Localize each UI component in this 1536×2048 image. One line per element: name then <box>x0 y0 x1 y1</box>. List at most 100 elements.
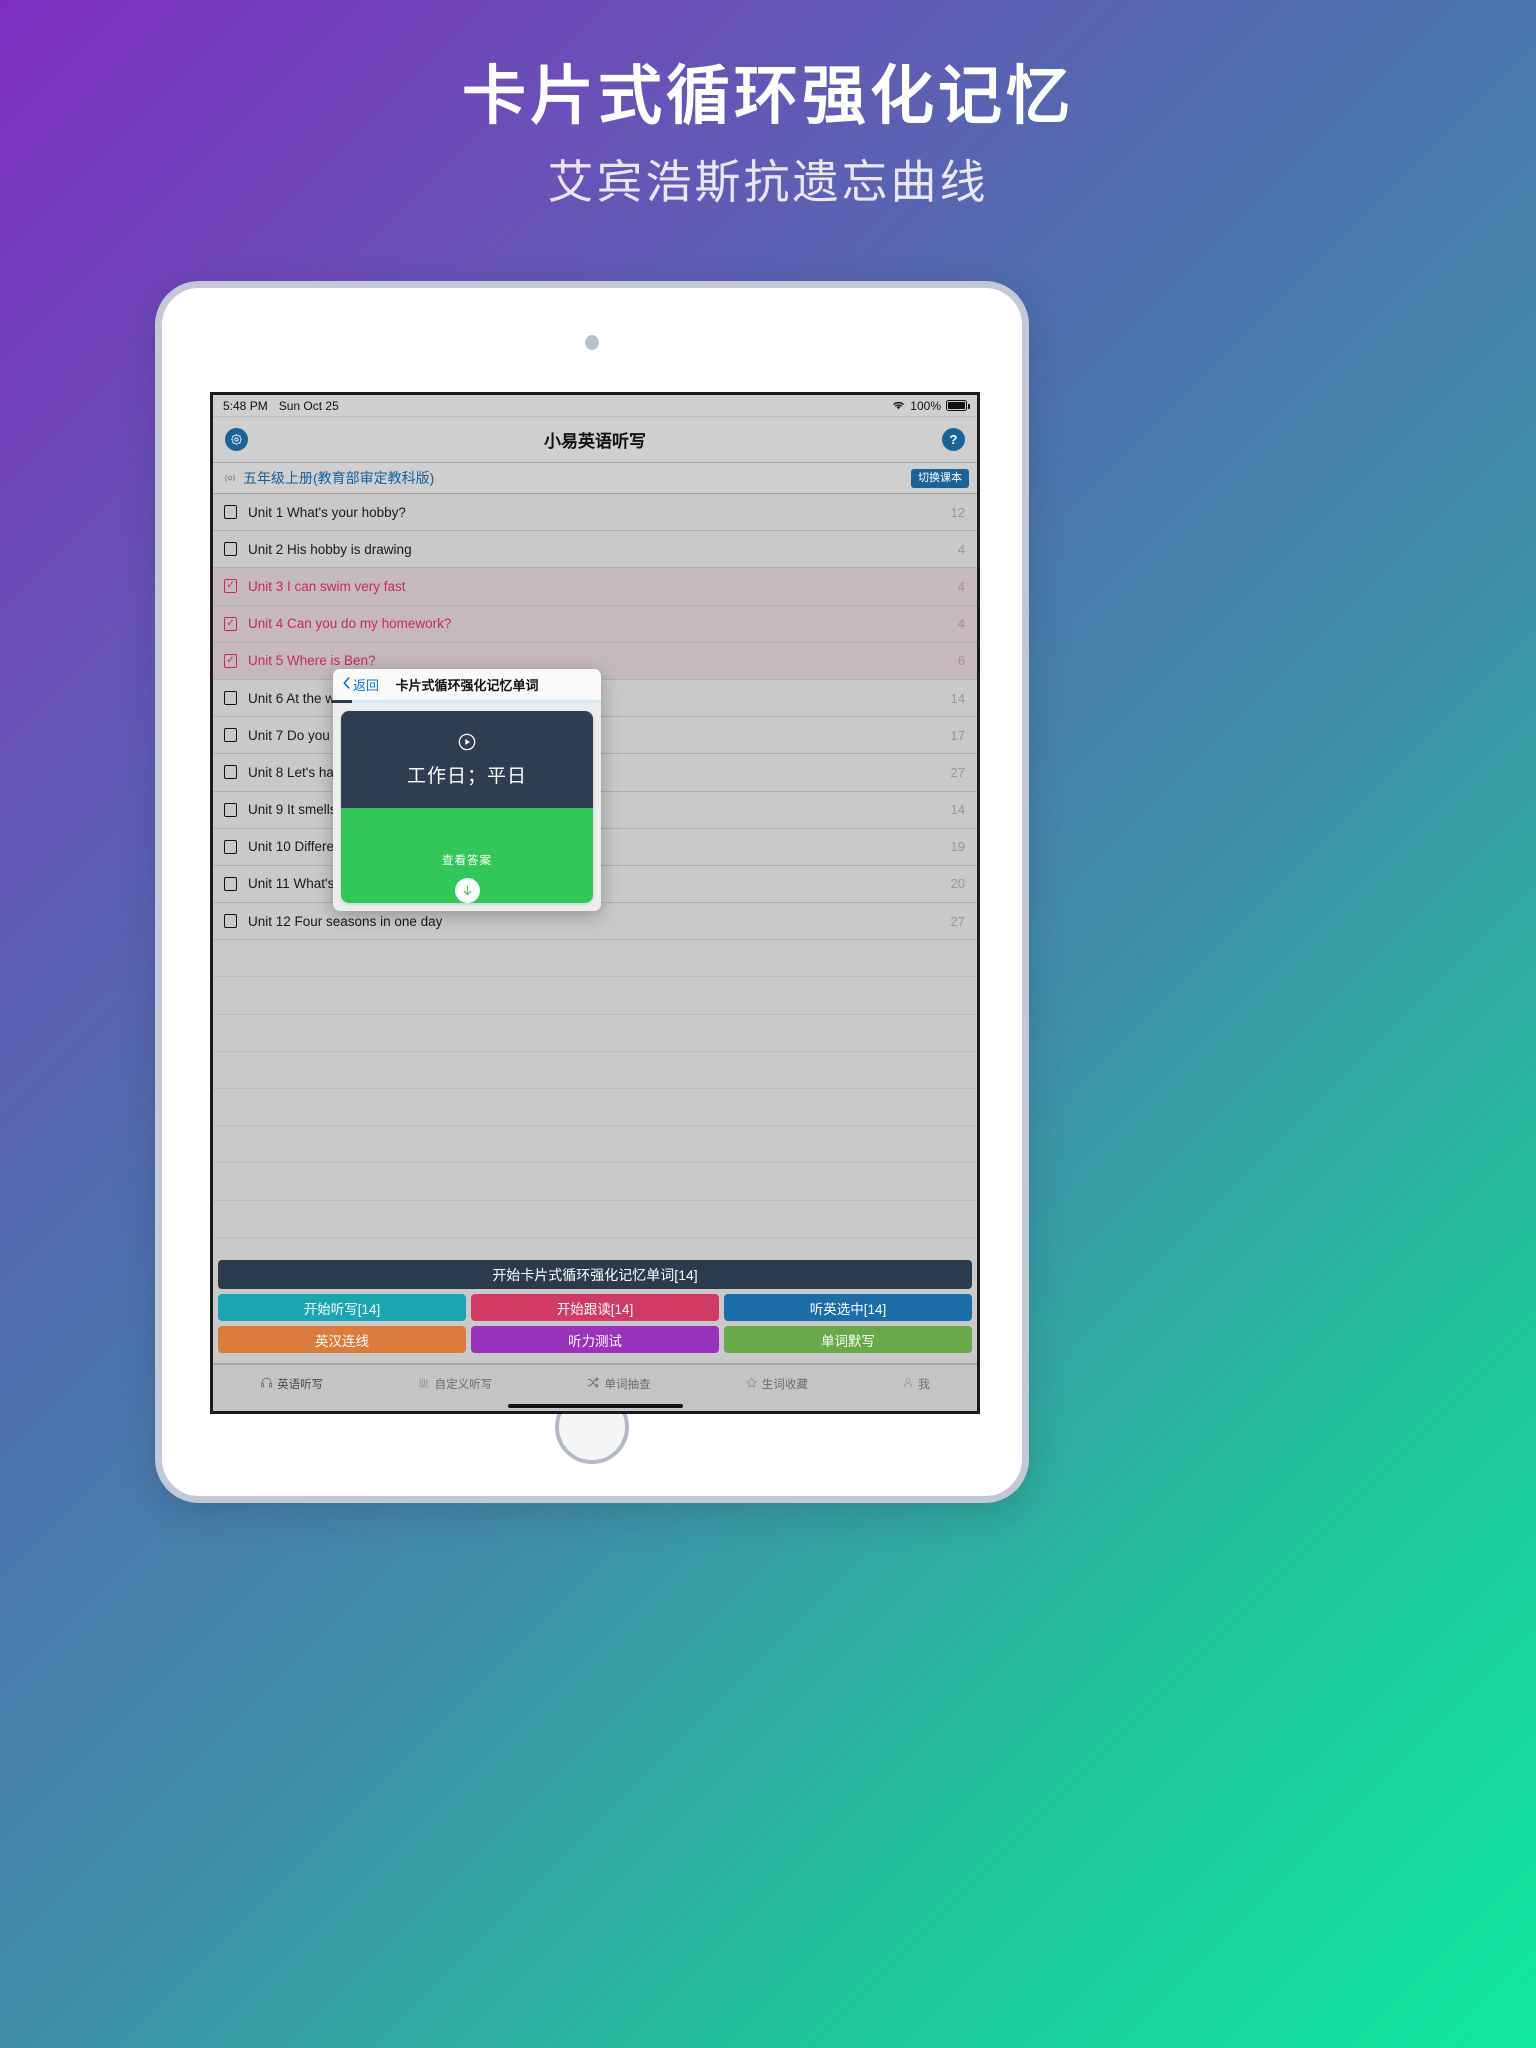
textbook-bar: 五年级上册(教育部审定教科版) 切换课本 <box>213 463 977 494</box>
unit-row[interactable]: Unit 1 What's your hobby? 12 <box>213 494 977 532</box>
arrow-down-icon[interactable] <box>454 878 480 903</box>
unit-word-count: 27 <box>950 764 965 780</box>
tab-label: 单词抽查 <box>604 1379 651 1391</box>
action-button[interactable]: 听英选中[14] <box>724 1294 972 1321</box>
unit-word-count: 17 <box>950 727 965 743</box>
flashcard-modal: 返回 卡片式循环强化记忆单词 工作日；平日 查看答案 <box>333 669 601 911</box>
unit-label: Unit 3 I can swim very fast <box>248 578 406 594</box>
person-icon <box>902 1376 914 1392</box>
flashcard-front[interactable]: 工作日；平日 <box>341 711 593 808</box>
checkbox-icon[interactable] <box>224 802 237 817</box>
chevron-left-icon <box>343 677 350 692</box>
unit-word-count: 19 <box>950 839 965 855</box>
unit-word-count: 6 <box>957 653 965 669</box>
checkbox-checked-icon[interactable]: ✓ <box>224 616 237 631</box>
checkbox-icon[interactable] <box>224 839 237 854</box>
unit-label: Unit 5 Where is Ben? <box>248 653 376 669</box>
checkbox-icon[interactable] <box>224 542 237 557</box>
unit-word-count: 4 <box>957 541 965 557</box>
checkbox-icon[interactable] <box>224 728 237 743</box>
tab-item[interactable]: 自定义听写 <box>418 1376 493 1392</box>
promo-title: 卡片式循环强化记忆 <box>462 60 1074 132</box>
modal-back-button[interactable]: 返回 <box>343 675 379 694</box>
action-button[interactable]: 单词默写 <box>724 1326 972 1353</box>
unit-row[interactable]: ✓ Unit 4 Can you do my homework? 4 <box>213 605 977 643</box>
unit-row-empty <box>213 1126 977 1164</box>
flashcard-progress-bar <box>333 700 601 703</box>
checkbox-icon[interactable] <box>224 876 237 891</box>
checkbox-icon[interactable] <box>224 505 237 520</box>
promo-subtitle: 艾宾浩斯抗遗忘曲线 <box>547 156 989 209</box>
help-icon[interactable]: ? <box>942 428 965 451</box>
front-camera <box>585 335 599 350</box>
battery-icon <box>946 400 970 411</box>
flashcard-word: 工作日；平日 <box>406 765 527 787</box>
checkbox-checked-icon[interactable]: ✓ <box>224 653 237 668</box>
play-circle-icon[interactable] <box>457 732 477 752</box>
unit-word-count: 12 <box>950 504 965 520</box>
unit-row-empty <box>213 1089 977 1127</box>
star-icon <box>745 1376 758 1392</box>
tab-label: 英语听写 <box>277 1379 324 1391</box>
modal-body: 工作日；平日 查看答案 <box>333 703 601 911</box>
home-indicator <box>213 1401 977 1411</box>
wifi-icon <box>892 399 905 413</box>
unit-label: Unit 2 His hobby is drawing <box>248 541 412 557</box>
unit-row-empty <box>213 1052 977 1089</box>
checkbox-checked-icon[interactable]: ✓ <box>224 579 237 594</box>
gear-icon[interactable] <box>225 428 248 451</box>
unit-word-count: 4 <box>957 578 965 594</box>
status-date: Sun Oct 25 <box>278 398 339 413</box>
unit-word-count: 20 <box>950 876 965 892</box>
unit-row-empty <box>213 1238 977 1256</box>
flashcard-back[interactable]: 查看答案 <box>341 808 593 903</box>
action-button[interactable]: 开始跟读[14] <box>471 1294 719 1321</box>
unit-word-count: 4 <box>957 616 965 632</box>
textbook-name[interactable]: 五年级上册(教育部审定教科版) <box>243 468 434 488</box>
switch-textbook-button[interactable]: 切换课本 <box>911 468 969 488</box>
action-button[interactable]: 开始听写[14] <box>218 1294 466 1321</box>
headphones-icon <box>260 1376 273 1392</box>
modal-nav-bar: 返回 卡片式循环强化记忆单词 <box>333 669 601 700</box>
tab-label: 自定义听写 <box>434 1379 493 1391</box>
status-bar: 5:48 PM Sun Oct 25 100% <box>213 395 977 417</box>
unit-row[interactable]: Unit 2 His hobby is drawing 4 <box>213 531 977 569</box>
action-button-grid: 开始听写[14] 开始跟读[14] 听英选中[14] 英汉连线 听力测试 单词默写 <box>218 1294 972 1353</box>
ipad-device-frame: 5:48 PM Sun Oct 25 100% 小易英语听写 ? 五年级上册(教… <box>155 281 1029 1503</box>
shuffle-icon <box>586 1376 600 1392</box>
start-flashcard-button[interactable]: 开始卡片式循环强化记忆单词[14] <box>218 1260 972 1289</box>
action-button[interactable]: 英汉连线 <box>218 1326 466 1353</box>
modal-back-label: 返回 <box>353 678 380 693</box>
unit-row-empty <box>213 940 977 978</box>
radar-icon <box>223 471 237 485</box>
bottom-tab-bar: 英语听写 自定义听写 单词抽查 生词收藏 我 <box>213 1363 977 1401</box>
show-answer-label: 查看答案 <box>442 855 492 867</box>
unit-word-count: 14 <box>950 690 965 706</box>
device-screen: 5:48 PM Sun Oct 25 100% 小易英语听写 ? 五年级上册(教… <box>210 392 980 1414</box>
action-button[interactable]: 听力测试 <box>471 1326 719 1353</box>
app-nav-bar: 小易英语听写 ? <box>213 417 977 463</box>
checkbox-icon[interactable] <box>224 914 237 929</box>
unit-row-empty <box>213 1201 977 1238</box>
action-panel: 开始卡片式循环强化记忆单词[14] 开始听写[14] 开始跟读[14] 听英选中[1… <box>213 1256 977 1363</box>
page-title: 小易英语听写 <box>544 432 646 451</box>
flashcard[interactable]: 工作日；平日 查看答案 <box>341 711 593 903</box>
unit-row[interactable]: ✓ Unit 3 I can swim very fast 4 <box>213 568 977 606</box>
tab-item[interactable]: 单词抽查 <box>586 1376 650 1392</box>
status-time: 5:48 PM <box>223 398 268 413</box>
unit-label: Unit 1 What's your hobby? <box>248 504 406 520</box>
custom-dictation-icon <box>418 1376 431 1392</box>
battery-percent-label: 100% <box>910 398 941 413</box>
unit-word-count: 27 <box>950 913 965 929</box>
tab-item[interactable]: 我 <box>902 1376 930 1392</box>
tab-label: 我 <box>918 1379 930 1391</box>
unit-row-empty <box>213 1015 977 1052</box>
checkbox-icon[interactable] <box>224 691 237 706</box>
checkbox-icon[interactable] <box>224 765 237 780</box>
unit-word-count: 14 <box>950 802 965 818</box>
tab-item[interactable]: 英语听写 <box>260 1376 323 1392</box>
promo-header: 卡片式循环强化记忆 艾宾浩斯抗遗忘曲线 <box>0 0 1536 208</box>
tab-item[interactable]: 生词收藏 <box>745 1376 808 1392</box>
unit-label: Unit 4 Can you do my homework? <box>248 616 452 632</box>
tab-label: 生词收藏 <box>761 1379 808 1391</box>
